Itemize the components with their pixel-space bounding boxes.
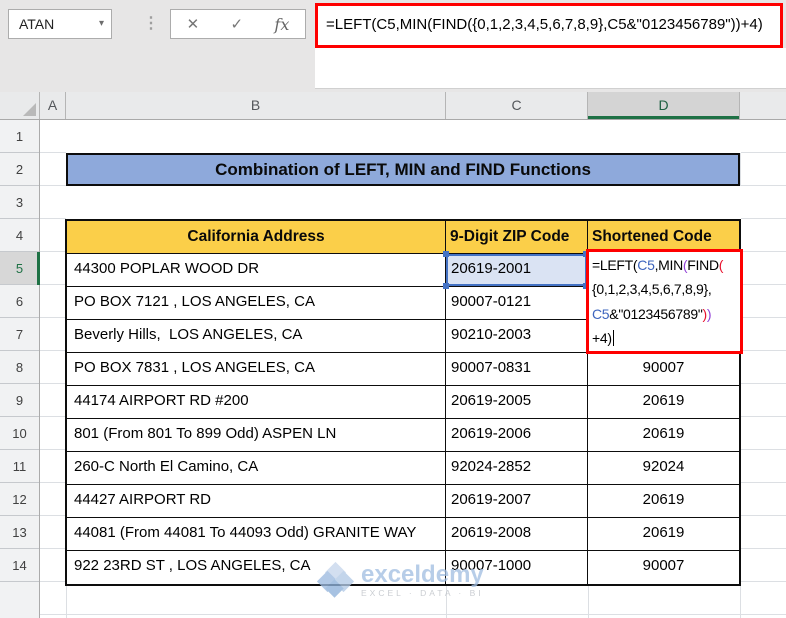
table-row: 922 23RD ST , LOS ANGELES, CA 90007-1000 9… [67,551,739,584]
row-header-14[interactable]: 14 [0,549,39,582]
excel-window: ATAN ▾ ⋮ ✕ ✓ fx =LEFT(C5,MIN(FIND( {0,1,2… [0,0,786,618]
header-california-address[interactable]: California Address [67,221,446,254]
cell-address[interactable]: 44081 (From 44081 To 44093 Odd) GRANITE … [67,518,446,551]
row-header-7[interactable]: 7 [0,318,39,351]
cell-code[interactable]: 92024 [588,452,739,485]
table-row: 801 (From 801 To 899 Odd) ASPEN LN 20619-… [67,419,739,452]
row-header-1[interactable]: 1 [0,120,39,153]
table-row: 44081 (From 44081 To 44093 Odd) GRANITE … [67,518,739,551]
formula-bar-extension[interactable] [315,48,786,89]
empty-cells-cover [66,186,741,219]
insert-function-icon[interactable]: fx [274,15,289,34]
row-headers: 1 2 3 4 5 6 7 8 9 10 11 12 13 14 [0,120,40,618]
table-row: 44174 AIRPORT RD #200 20619-2005 20619 [67,386,739,419]
column-header-B[interactable]: B [66,92,446,119]
cell-zip[interactable]: 90007-0121 [446,287,588,320]
formula-cell-lines: =LEFT(C5,MIN(FIND( {0,1,2,3,4,5,6,7,8,9},… [592,253,740,351]
name-box-value: ATAN [19,16,55,32]
cell-code[interactable]: 90007 [588,551,739,584]
cell-address[interactable]: 801 (From 801 To 899 Odd) ASPEN LN [67,419,446,452]
enter-icon[interactable]: ✓ [231,15,244,33]
text-cursor [612,330,615,347]
cell-address[interactable]: 44174 AIRPORT RD #200 [67,386,446,419]
name-box-dropdown-icon[interactable]: ▾ [99,10,104,38]
cell-code[interactable]: 90007 [588,353,739,386]
formula-chrome: ATAN ▾ ⋮ ✕ ✓ fx =LEFT(C5,MIN(FIND({0,1,2… [0,0,786,92]
cell-address[interactable]: 922 23RD ST , LOS ANGELES, CA [67,551,446,584]
table-row: 260-C North El Camino, CA 92024-2852 92024 [67,452,739,485]
cell-zip[interactable]: 20619-2006 [446,419,588,452]
cell-address[interactable]: 44300 POPLAR WOOD DR [67,254,446,287]
cell-address[interactable]: PO BOX 7831 , LOS ANGELES, CA [67,353,446,386]
cell-zip[interactable]: 90210-2003 [446,320,588,353]
separator-dots-icon: ⋮ [143,15,159,32]
formula-line: {0,1,2,3,4,5,6,7,8,9}, [592,281,712,298]
range-handle [443,283,449,289]
cell-zip[interactable]: 20619-2007 [446,485,588,518]
row-header-9[interactable]: 9 [0,384,39,417]
row-header-12[interactable]: 12 [0,483,39,516]
row-header-3[interactable]: 3 [0,186,39,219]
cell-zip[interactable]: 20619-2005 [446,386,588,419]
formula-line: =LEFT(C5,MIN(FIND( [592,257,724,273]
empty-cells-cover [66,120,741,153]
row-header-2[interactable]: 2 [0,153,39,186]
column-header-C[interactable]: C [446,92,588,119]
select-all-corner[interactable] [0,92,40,119]
cell-code[interactable]: 20619 [588,419,739,452]
formula-line: +4) [592,326,740,350]
cell-code[interactable]: 20619 [588,518,739,551]
cell-zip[interactable]: 92024-2852 [446,452,588,485]
row-header-8[interactable]: 8 [0,351,39,384]
cell-code[interactable]: 20619 [588,485,739,518]
row-header-4[interactable]: 4 [0,219,39,252]
cell-zip[interactable]: 90007-1000 [446,551,588,584]
cell-address[interactable]: Beverly Hills, LOS ANGELES, CA [67,320,446,353]
name-box[interactable]: ATAN ▾ [8,9,112,39]
table-row: 44427 AIRPORT RD 20619-2007 20619 [67,485,739,518]
row-header-5[interactable]: 5 [0,252,40,285]
cancel-icon[interactable]: ✕ [187,15,200,33]
formula-cell[interactable]: =LEFT(C5,MIN(FIND( {0,1,2,3,4,5,6,7,8,9},… [586,249,743,354]
row-header-10[interactable]: 10 [0,417,39,450]
column-header-D[interactable]: D [588,92,740,119]
column-header-A[interactable]: A [40,92,66,119]
worksheet: ABCD 1 2 3 4 5 6 7 8 9 10 11 12 13 14 Combination of … [0,92,786,618]
cell-address[interactable]: 44427 AIRPORT RD [67,485,446,518]
cell-zip[interactable]: 90007-0831 [446,353,588,386]
range-handle [443,251,449,257]
cell-address[interactable]: PO BOX 7121 , LOS ANGELES, CA [67,287,446,320]
row-header-11[interactable]: 11 [0,450,39,483]
row-header-13[interactable]: 13 [0,516,39,549]
formula-toolbar: ✕ ✓ fx [170,9,306,39]
formula-line: C5&"0123456789")) [592,305,712,322]
row-header-6[interactable]: 6 [0,285,39,318]
title-cell[interactable]: Combination of LEFT, MIN and FIND Functi… [66,153,740,186]
header-zip-code[interactable]: 9-Digit ZIP Code [446,221,588,254]
select-all-triangle-icon [23,103,36,116]
formula-bar[interactable]: =LEFT(C5,MIN(FIND({0,1,2,3,4,5,6,7,8,9},… [315,3,783,48]
selected-row-accent [37,252,40,285]
column-headers: ABCD [0,92,786,120]
cell-zip[interactable]: 20619-2001 [443,251,589,289]
cell-zip[interactable]: 20619-2008 [446,518,588,551]
cell-address[interactable]: 260-C North El Camino, CA [67,452,446,485]
cell-code[interactable]: 20619 [588,386,739,419]
table-row: PO BOX 7831 , LOS ANGELES, CA 90007-0831 9… [67,353,739,386]
formula-bar-value: =LEFT(C5,MIN(FIND({0,1,2,3,4,5,6,7,8,9},… [326,16,763,33]
